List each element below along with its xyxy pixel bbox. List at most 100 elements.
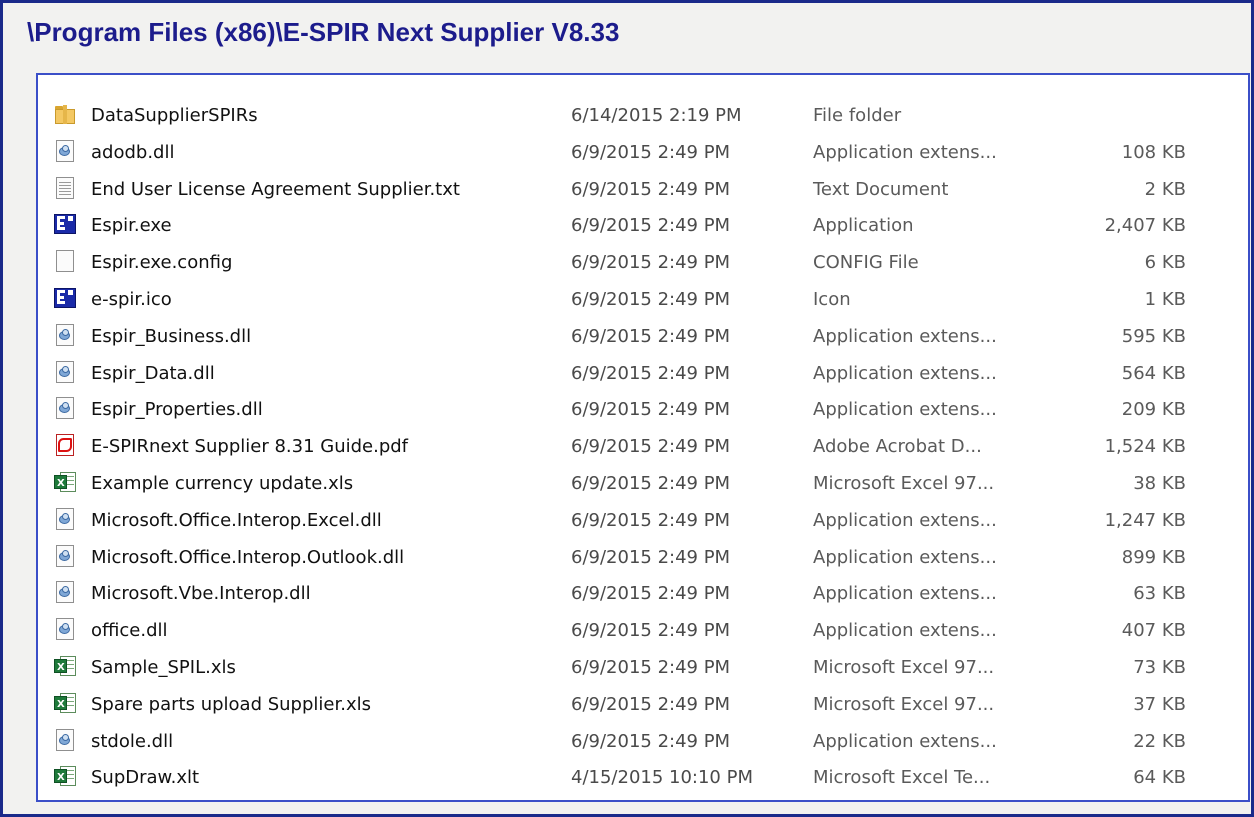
file-type: Application [813, 215, 914, 237]
file-row[interactable]: Espir_Properties.dll 6/9/2015 2:49 PM Appl… [38, 391, 1248, 428]
excel-icon-part [67, 696, 74, 698]
text-file-icon-part [59, 184, 71, 186]
excel-icon-part [67, 475, 74, 477]
file-row[interactable]: X Sample_SPIL.xls 6/9/2015 2:49 PM Microsof… [38, 649, 1248, 686]
dll-icon [54, 618, 76, 641]
file-row[interactable]: X Example currency update.xls 6/9/2015 2:4… [38, 465, 1248, 502]
file-size: 1,247 KB [1104, 509, 1186, 531]
file-row[interactable]: stdole.dll 6/9/2015 2:49 PM Application ex… [38, 723, 1248, 760]
file-type: Microsoft Excel 97... [813, 656, 995, 678]
file-name[interactable]: E-SPIRnext Supplier 8.31 Guide.pdf [91, 436, 408, 457]
file-size: 1 KB [1144, 288, 1186, 310]
file-name[interactable]: Spare parts upload Supplier.xls [91, 694, 371, 715]
file-date-modified: 4/15/2015 10:10 PM [571, 767, 753, 789]
espir-app-icon [54, 213, 76, 235]
file-name[interactable]: SupDraw.xlt [91, 767, 199, 788]
file-row[interactable]: Espir.exe 6/9/2015 2:49 PM Application 2,40… [38, 207, 1248, 244]
dll-icon [54, 323, 76, 346]
text-file-icon [54, 176, 76, 199]
pdf-icon [54, 434, 76, 457]
file-name[interactable]: office.dll [91, 620, 168, 641]
excel-icon-part: X [54, 474, 67, 489]
file-row[interactable]: adodb.dll 6/9/2015 2:49 PM Application ext… [38, 134, 1248, 171]
file-row[interactable]: Microsoft.Office.Interop.Outlook.dll 6/9/… [38, 539, 1248, 576]
file-name[interactable]: Espir.exe [91, 215, 172, 236]
file-size: 22 KB [1133, 730, 1186, 752]
dll-icon-part [62, 365, 69, 373]
file-name[interactable]: Espir_Properties.dll [91, 399, 263, 420]
file-type: Application extens... [813, 399, 997, 421]
excel-icon-part: X [54, 695, 67, 710]
file-name[interactable]: Example currency update.xls [91, 473, 353, 494]
file-type: Application extens... [813, 583, 997, 605]
file-size: 6 KB [1144, 252, 1186, 274]
excel-icon-part [67, 667, 74, 669]
file-row[interactable]: X Spare parts upload Supplier.xls 6/9/2015… [38, 686, 1248, 723]
file-type: Icon [813, 288, 851, 310]
espir-app-icon-part [57, 222, 64, 226]
dll-icon [54, 581, 76, 604]
file-date-modified: 6/9/2015 2:49 PM [571, 472, 731, 494]
excel-x-glyph: X [57, 772, 65, 784]
file-date-modified: 6/9/2015 2:49 PM [571, 620, 731, 642]
dll-icon-part [62, 549, 69, 557]
file-row[interactable]: Espir.exe.config 6/9/2015 2:49 PM CONFIG F… [38, 244, 1248, 281]
file-row[interactable]: e-spir.ico 6/9/2015 2:49 PM Icon 1 KB [38, 281, 1248, 318]
espir-app-icon-part [68, 289, 73, 295]
file-size: 564 KB [1121, 362, 1186, 384]
file-type: Application extens... [813, 362, 997, 384]
file-size: 899 KB [1121, 546, 1186, 568]
dll-icon [54, 544, 76, 567]
file-name[interactable]: Espir_Data.dll [91, 363, 215, 384]
file-date-modified: 6/9/2015 2:49 PM [571, 141, 731, 163]
file-size: 2,407 KB [1104, 215, 1186, 237]
file-row[interactable]: Espir_Business.dll 6/9/2015 2:49 PM Applic… [38, 318, 1248, 355]
excel-icon-part [67, 778, 74, 780]
excel-icon: X [54, 655, 76, 677]
dll-icon [54, 139, 76, 162]
config-file-icon-part [56, 250, 74, 273]
page-title: \Program Files (x86)\E-SPIR Next Supplie… [27, 17, 620, 47]
file-type: Application extens... [813, 325, 997, 347]
file-date-modified: 6/14/2015 2:19 PM [571, 105, 742, 126]
file-row[interactable]: DataSupplierSPIRs 6/14/2015 2:19 PM File f… [38, 97, 1248, 134]
file-name[interactable]: adodb.dll [91, 142, 174, 163]
file-row[interactable]: office.dll 6/9/2015 2:49 PM Application ex… [38, 612, 1248, 649]
file-date-modified: 6/9/2015 2:49 PM [571, 583, 731, 605]
file-type: Adobe Acrobat D... [813, 436, 982, 458]
file-size: 37 KB [1133, 693, 1186, 715]
slide-frame: \Program Files (x86)\E-SPIR Next Supplie… [0, 0, 1254, 817]
file-row[interactable]: X SupDraw.xlt 4/15/2015 10:10 PM Microsoft … [38, 759, 1248, 796]
excel-icon: X [54, 471, 76, 493]
file-row[interactable]: Espir_Data.dll 6/9/2015 2:49 PM Applicatio… [38, 355, 1248, 392]
file-row[interactable]: End User License Agreement Supplier.txt 6… [38, 171, 1248, 208]
file-name[interactable]: e-spir.ico [91, 289, 172, 310]
file-row[interactable]: Microsoft.Office.Interop.Excel.dll 6/9/20… [38, 502, 1248, 539]
text-file-icon-part [59, 187, 71, 189]
file-date-modified: 6/9/2015 2:49 PM [571, 656, 731, 678]
excel-icon-part [67, 770, 74, 772]
file-type: Microsoft Excel 97... [813, 472, 995, 494]
file-row[interactable]: E-SPIRnext Supplier 8.31 Guide.pdf 6/9/20… [38, 428, 1248, 465]
excel-x-glyph: X [57, 661, 65, 673]
file-date-modified: 6/9/2015 2:49 PM [571, 546, 731, 568]
file-name[interactable]: Microsoft.Office.Interop.Excel.dll [91, 510, 382, 531]
file-name[interactable]: Espir_Business.dll [91, 326, 251, 347]
file-type: Application extens... [813, 730, 997, 752]
file-name[interactable]: stdole.dll [91, 731, 173, 752]
espir-app-icon [54, 287, 76, 309]
file-name[interactable]: Espir.exe.config [91, 252, 232, 273]
file-name[interactable]: Microsoft.Vbe.Interop.dll [91, 583, 311, 604]
file-name[interactable]: Microsoft.Office.Interop.Outlook.dll [91, 547, 404, 568]
excel-x-glyph: X [57, 698, 65, 710]
dll-icon-part [62, 328, 69, 336]
file-explorer-pane[interactable]: DataSupplierSPIRs 6/14/2015 2:19 PM File f… [36, 73, 1250, 802]
file-name[interactable]: DataSupplierSPIRs [91, 105, 258, 126]
file-name[interactable]: End User License Agreement Supplier.txt [91, 179, 460, 200]
file-type: Application extens... [813, 141, 997, 163]
pdf-icon-part [58, 438, 72, 453]
file-name[interactable]: Sample_SPIL.xls [91, 657, 236, 678]
espir-app-icon-part [68, 216, 73, 222]
folder-icon [54, 103, 76, 125]
file-row[interactable]: Microsoft.Vbe.Interop.dll 6/9/2015 2:49 P… [38, 575, 1248, 612]
